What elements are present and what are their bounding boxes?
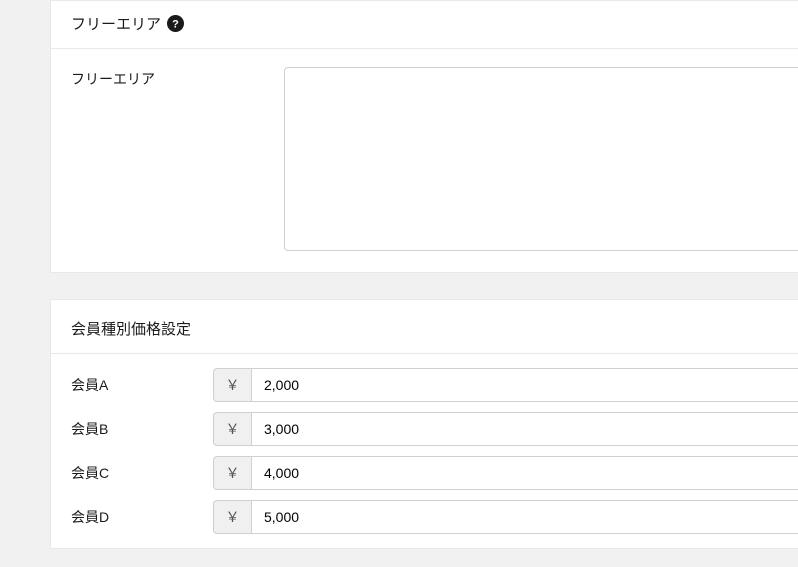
member-price-row: 会員A ￥ [71, 368, 798, 402]
member-price-label: 会員C [71, 463, 213, 483]
member-price-row: 会員C ￥ [71, 456, 798, 490]
member-price-input-a[interactable] [251, 368, 798, 402]
yen-icon: ￥ [213, 456, 251, 490]
svg-text:?: ? [172, 19, 179, 31]
member-price-input-group: ￥ [213, 456, 798, 490]
member-price-label: 会員D [71, 507, 213, 527]
free-area-body: フリーエリア [51, 49, 798, 272]
free-area-header: フリーエリア ? [51, 1, 798, 49]
member-price-label: 会員A [71, 375, 213, 395]
free-area-control [284, 67, 798, 254]
free-area-field-label: フリーエリア [71, 67, 284, 89]
free-area-row: フリーエリア [71, 67, 798, 254]
yen-icon: ￥ [213, 500, 251, 534]
free-area-section-title: フリーエリア [71, 13, 161, 34]
member-price-row: 会員D ￥ [71, 500, 798, 534]
member-pricing-panel: 会員種別価格設定 会員A ￥ 会員B ￥ 会員C ￥ 会員D [50, 299, 798, 549]
free-area-panel: フリーエリア ? フリーエリア [50, 0, 798, 273]
yen-icon: ￥ [213, 368, 251, 402]
member-price-input-group: ￥ [213, 368, 798, 402]
member-pricing-section-title: 会員種別価格設定 [51, 300, 798, 354]
member-price-row: 会員B ￥ [71, 412, 798, 446]
member-price-input-group: ￥ [213, 412, 798, 446]
member-price-label: 会員B [71, 419, 213, 439]
member-price-input-c[interactable] [251, 456, 798, 490]
free-area-textarea[interactable] [284, 67, 798, 251]
member-price-input-b[interactable] [251, 412, 798, 446]
member-price-input-d[interactable] [251, 500, 798, 534]
help-icon[interactable]: ? [167, 15, 184, 32]
member-pricing-body: 会員A ￥ 会員B ￥ 会員C ￥ 会員D ￥ [51, 354, 798, 548]
member-price-input-group: ￥ [213, 500, 798, 534]
yen-icon: ￥ [213, 412, 251, 446]
